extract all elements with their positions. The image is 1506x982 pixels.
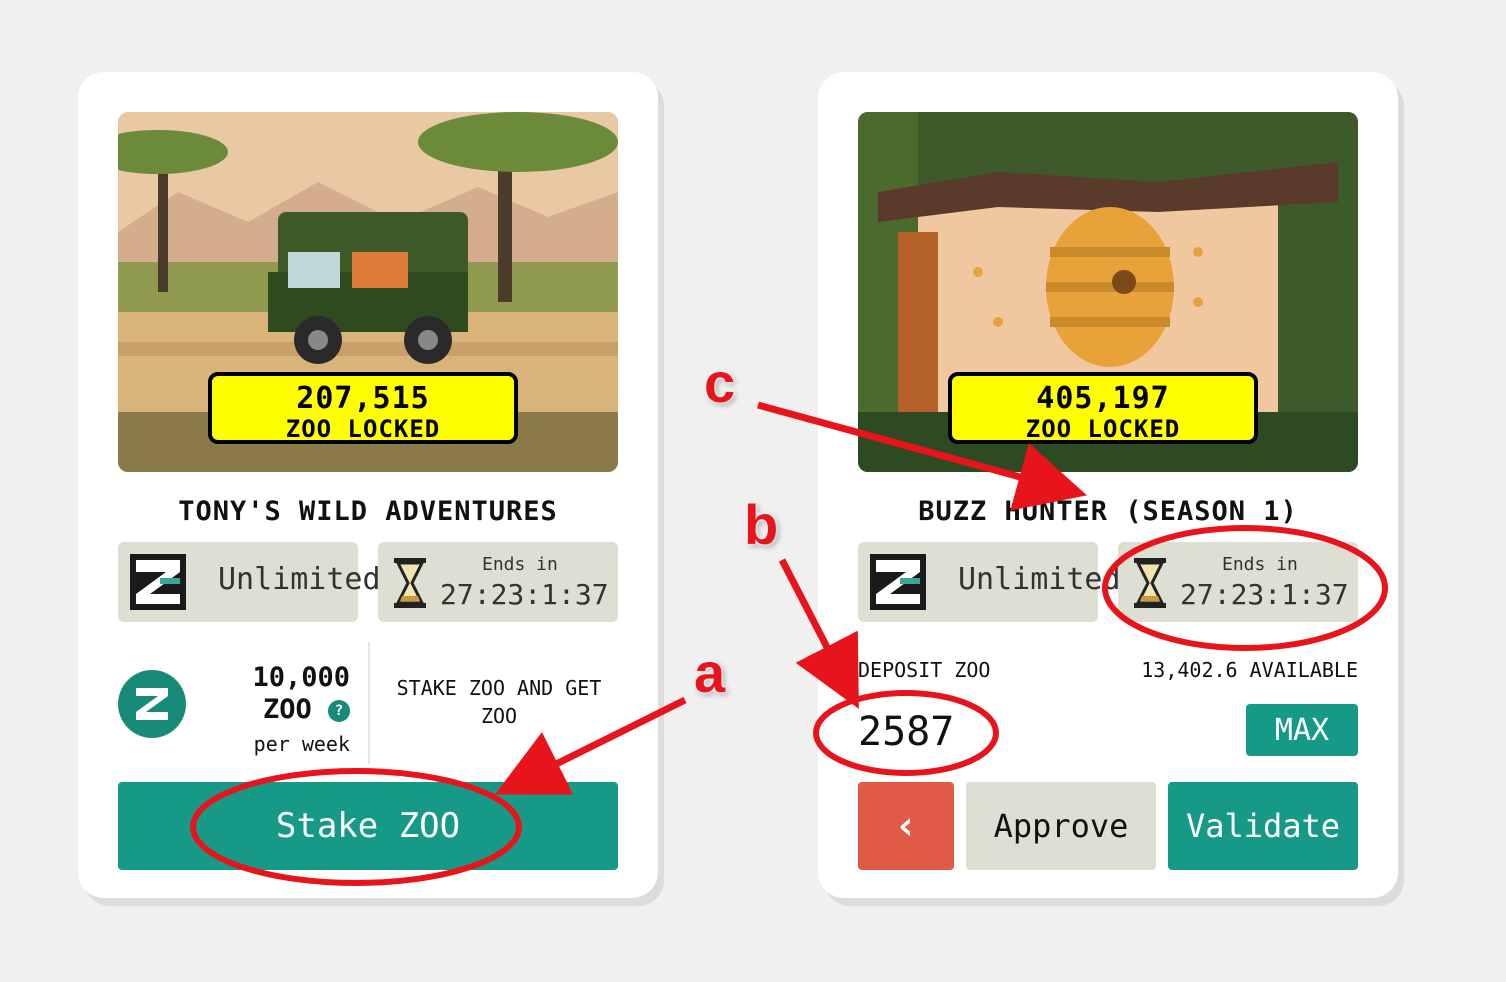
zoo-logo-icon [130,554,186,610]
capacity-chip: Unlimited [118,542,381,622]
locked-amount: 405,197 [1036,381,1170,416]
reward-period: per week [253,732,350,756]
staking-card-tonys-wild-adventures: 207,515 ZOO LOCKED TONY'S WILD ADVENTURE… [78,72,658,898]
safari-jeep-artwork: 207,515 ZOO LOCKED [118,112,618,472]
deposit-label: DEPOSIT ZOO [858,658,991,682]
max-button[interactable]: MAX [1246,704,1358,756]
help-icon[interactable]: ? [328,699,350,722]
reward-token-icon [118,670,186,738]
stake-info-text: STAKE ZOO AND GET ZOO [396,676,602,728]
ends-in-time: 27:23:1:37 [440,578,609,611]
hourglass-icon [1134,558,1166,608]
validate-button[interactable]: Validate [1168,782,1358,870]
countdown-chip: Ends in 27:23:1:37 [378,542,618,622]
deposit-amount-input[interactable] [856,706,1060,758]
zoo-locked-badge: 405,197 ZOO LOCKED [948,372,1258,444]
back-button[interactable]: ‹ [858,782,954,870]
locked-amount: 207,515 [296,381,430,416]
staking-card-buzz-hunter: 405,197 ZOO LOCKED BUZZ HUNTER (SEASON 1… [818,72,1398,898]
ends-in-label: Ends in [482,554,558,575]
capacity-chip: Unlimited [858,542,1121,622]
locked-unit: ZOO LOCKED [1025,415,1181,443]
capacity-value: Unlimited [218,562,381,597]
hourglass-icon [394,558,426,608]
capacity-value: Unlimited [958,562,1121,597]
annotation-label-c: c [704,351,736,414]
zoo-logo-icon [870,554,926,610]
annotation-label-a: a [694,641,726,704]
reward-value: 10,000 [252,662,350,693]
available-balance: 13,402.6 AVAILABLE [1141,658,1358,682]
annotation-label-b: b [744,493,779,556]
reward-unit: ZOO [262,694,312,725]
stake-zoo-button[interactable]: Stake ZOO [118,782,618,870]
beehive-artwork: 405,197 ZOO LOCKED [858,112,1358,472]
reward-amount: 10,000 ZOO ? [228,662,350,726]
ends-in-label: Ends in [1222,554,1298,575]
divider [368,642,370,764]
pool-title: TONY'S WILD ADVENTURES [178,496,558,527]
countdown-chip: Ends in 27:23:1:37 [1118,542,1358,622]
approve-button[interactable]: Approve [966,782,1156,870]
pool-title: BUZZ HUNTER (SEASON 1) [918,496,1298,527]
ends-in-time: 27:23:1:37 [1180,578,1349,611]
zoo-locked-badge: 207,515 ZOO LOCKED [208,372,518,444]
locked-unit: ZOO LOCKED [285,415,441,443]
